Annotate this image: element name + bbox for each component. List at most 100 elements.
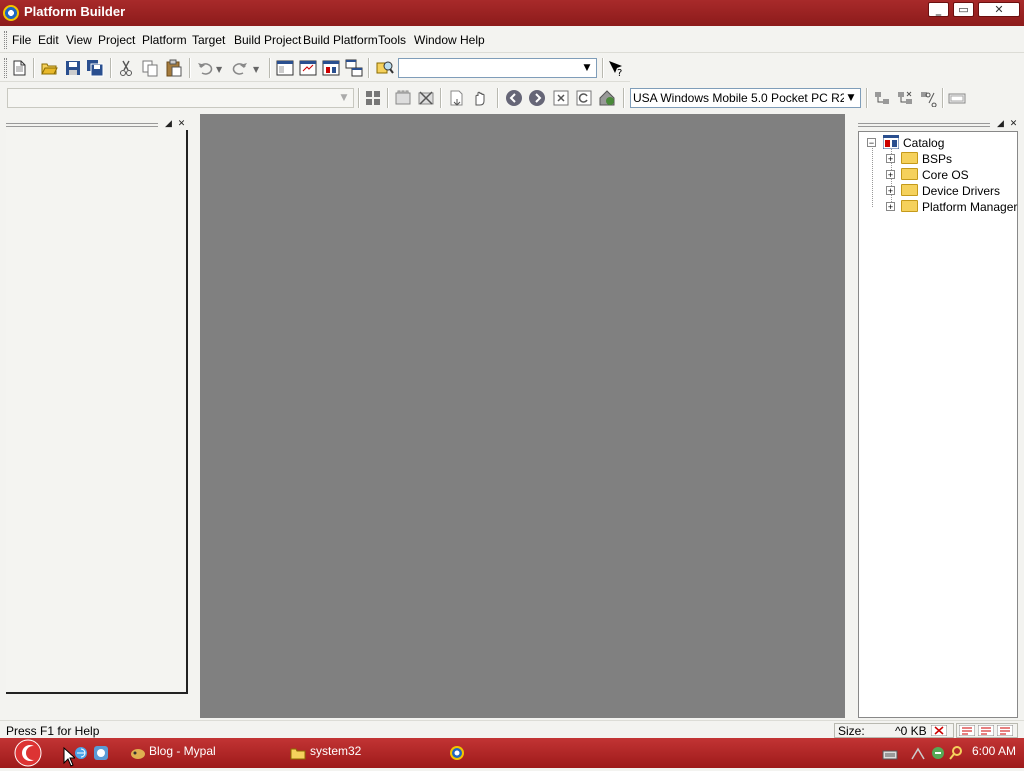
collapse-icon[interactable]: − [867, 138, 876, 148]
pane-maximize-icon[interactable]: ◢ [995, 119, 1006, 130]
activesync-icon[interactable] [930, 745, 946, 761]
indicator-icon [977, 724, 995, 737]
forward-icon[interactable] [528, 89, 546, 107]
window-title: Platform Builder [24, 4, 126, 19]
indicator-icon [958, 724, 976, 737]
workspace-view[interactable] [6, 130, 188, 694]
maximize-button[interactable]: ▭ [953, 2, 974, 17]
home-icon[interactable] [598, 89, 616, 107]
title-bar[interactable]: Platform Builder _ ▭ ✕ [0, 0, 1024, 26]
folder-icon[interactable] [290, 745, 306, 761]
chevron-down-icon[interactable]: ▼ [337, 91, 351, 105]
size-label: Size: [838, 724, 865, 738]
copy-icon[interactable] [141, 59, 159, 77]
network-icon[interactable] [910, 745, 926, 761]
menu-target[interactable]: Target [192, 33, 225, 47]
svg-text:?: ? [617, 68, 622, 77]
menu-bar-grip[interactable] [4, 31, 7, 49]
build-icon[interactable] [364, 89, 382, 107]
device-icon[interactable] [948, 89, 966, 107]
search-icon[interactable] [948, 745, 964, 761]
menu-build-project[interactable]: Build Project [234, 33, 301, 47]
pane-grip[interactable] [858, 123, 990, 127]
platform-builder-taskbar-icon[interactable] [449, 745, 465, 761]
toolbar-grip[interactable] [4, 58, 7, 78]
pane-close-icon[interactable]: ✕ [176, 119, 187, 130]
tree-label: Platform Manager [922, 200, 1018, 214]
stop-build-icon[interactable] [471, 89, 489, 107]
save-icon[interactable] [64, 59, 82, 77]
save-all-icon[interactable] [86, 59, 104, 77]
redo-dropdown-icon[interactable]: ▼ [253, 65, 259, 74]
internet-explorer-icon[interactable] [73, 745, 89, 761]
mdi-client-area[interactable] [200, 114, 845, 718]
target-detach-icon[interactable] [896, 89, 914, 107]
target-settings-icon[interactable] [919, 89, 937, 107]
toolbar-separator [33, 58, 35, 78]
menu-view[interactable]: View [66, 33, 92, 47]
new-file-icon[interactable] [10, 59, 28, 77]
catalog-window-icon[interactable] [322, 59, 340, 77]
browser-icon[interactable] [93, 745, 109, 761]
platform-combo[interactable]: USA Windows Mobile 5.0 Pocket PC R2 Em ▼ [630, 88, 861, 108]
build-selection-icon[interactable] [394, 89, 412, 107]
mypal-icon[interactable] [130, 745, 146, 761]
close-button[interactable]: ✕ [978, 2, 1020, 17]
build-configuration-combo[interactable]: ▼ [7, 88, 354, 108]
taskbar-button-system32[interactable]: system32 [310, 744, 361, 758]
keyboard-icon[interactable] [882, 747, 898, 763]
catalog-pane-header[interactable]: ◢ ✕ [858, 119, 1022, 129]
tree-label: Device Drivers [922, 184, 1001, 198]
tree-line [872, 145, 873, 207]
app-icon[interactable] [3, 5, 19, 21]
toolbar-separator [368, 58, 370, 78]
menu-platform[interactable]: Platform [142, 33, 187, 47]
redo-icon[interactable] [231, 59, 249, 77]
minimize-button[interactable]: _ [928, 2, 949, 17]
clean-icon[interactable] [417, 89, 435, 107]
chevron-down-icon[interactable]: ▼ [580, 61, 594, 75]
undo-dropdown-icon[interactable]: ▼ [216, 65, 222, 74]
back-icon[interactable] [505, 89, 523, 107]
menu-edit[interactable]: Edit [38, 33, 59, 47]
menu-file[interactable]: File [12, 33, 31, 47]
toolbar-separator [942, 88, 944, 108]
find-combo[interactable]: ▼ [398, 58, 597, 78]
menu-window[interactable]: Window [414, 33, 457, 47]
workspace-icon[interactable] [276, 59, 294, 77]
menu-tools[interactable]: Tools [378, 33, 406, 47]
open-folder-icon[interactable] [40, 59, 58, 77]
expand-icon[interactable]: + [886, 202, 895, 212]
cut-icon[interactable] [117, 59, 135, 77]
stop-icon[interactable] [552, 89, 570, 107]
pane-maximize-icon[interactable]: ◢ [163, 119, 174, 130]
refresh-icon[interactable] [575, 89, 593, 107]
mouse-cursor-icon [63, 746, 77, 767]
chevron-down-icon[interactable]: ▼ [844, 91, 858, 105]
start-button[interactable] [10, 738, 46, 768]
expand-icon[interactable]: + [886, 170, 895, 180]
expand-icon[interactable]: + [886, 186, 895, 196]
expand-icon[interactable]: + [886, 154, 895, 164]
menu-build-platform[interactable]: Build Platform [303, 33, 378, 47]
undo-icon[interactable] [196, 59, 214, 77]
tiled-windows-icon[interactable] [345, 59, 363, 77]
toolbar-separator [358, 88, 360, 108]
paste-icon[interactable] [165, 59, 183, 77]
find-in-files-icon[interactable] [376, 59, 394, 77]
open-release-icon[interactable] [448, 89, 466, 107]
context-help-icon[interactable]: ? [607, 59, 625, 77]
status-help-text: Press F1 for Help [6, 724, 100, 738]
catalog-icon [882, 134, 900, 150]
catalog-tree[interactable]: − Catalog + BSPs + Core OS + Device Driv… [858, 131, 1018, 718]
menu-help[interactable]: Help [460, 33, 485, 47]
pane-close-icon[interactable]: ✕ [1008, 119, 1019, 130]
target-attach-icon[interactable] [873, 89, 891, 107]
pane-grip[interactable] [6, 123, 158, 127]
output-window-icon[interactable] [299, 59, 317, 77]
toolbar-separator [440, 88, 442, 108]
menu-project[interactable]: Project [98, 33, 135, 47]
taskbar-button-blog[interactable]: Blog - Mypal [149, 744, 216, 758]
size-warning-icon [930, 724, 948, 737]
workspace-pane-header[interactable]: ◢ ✕ [6, 119, 192, 129]
